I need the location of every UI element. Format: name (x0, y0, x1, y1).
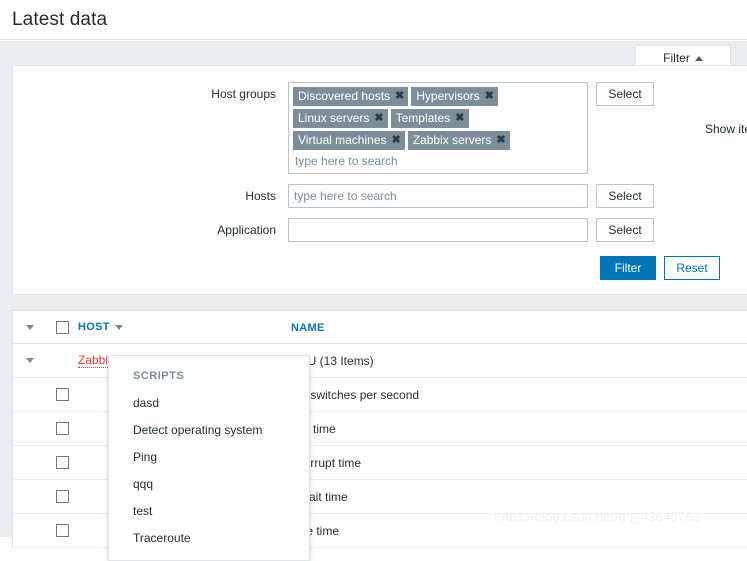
page-header: Latest data (0, 0, 747, 40)
row-checkbox[interactable] (55, 388, 69, 401)
chevron-down-icon (25, 358, 34, 363)
row-checkbox-cell (46, 490, 78, 503)
filter-form: Host groups Discovered hosts ✖ Hyperviso… (13, 66, 747, 242)
chip-label: Templates (395, 111, 451, 125)
row-checkbox-cell (46, 456, 78, 469)
item-name: ext switches per second (291, 387, 420, 402)
chip-remove-icon[interactable]: ✖ (455, 112, 464, 124)
chip-label: Discovered hosts (298, 89, 391, 103)
chip-remove-icon[interactable]: ✖ (374, 112, 383, 124)
application-label: Application (217, 223, 276, 237)
column-header-name: NAME (291, 320, 747, 334)
chip-label: Virtual machines (298, 133, 387, 147)
application-select-button[interactable]: Select (596, 218, 654, 242)
chip-label: Hypervisors (416, 89, 480, 103)
row-checkbox[interactable] (55, 524, 69, 537)
group-name-cell: CPU (13 Items) (291, 354, 747, 368)
sort-descending-icon (114, 324, 123, 330)
collapse-group-toggle[interactable] (13, 358, 46, 363)
show-items-label: Show item (705, 122, 747, 136)
reset-filter-button[interactable]: Reset (664, 256, 720, 280)
menu-item-detect-operating-system[interactable]: Detect operating system (109, 417, 309, 444)
chip-remove-icon[interactable]: ✖ (392, 134, 401, 146)
host-header-label: HOST (78, 321, 110, 333)
row-checkbox[interactable] (55, 422, 69, 435)
host-groups-select-button[interactable]: Select (596, 82, 654, 106)
chip-host-group[interactable]: Virtual machines ✖ (293, 131, 405, 150)
row-name-cell: ext switches per second (291, 388, 747, 402)
host-context-menu: SCRIPTS dasd Detect operating system Pin… (108, 355, 310, 561)
chip-host-group[interactable]: Zabbix servers ✖ (407, 131, 510, 150)
row-checkbox-cell (46, 422, 78, 435)
column-header-host: HOST (78, 321, 291, 333)
filter-row-application: Application Select (13, 218, 747, 242)
table-header-row: HOST NAME (13, 311, 747, 344)
apply-filter-button[interactable]: Filter (600, 256, 656, 280)
collapse-all-toggle[interactable] (13, 324, 46, 330)
menu-item-qqq[interactable]: qqq (109, 471, 309, 498)
chip-remove-icon[interactable]: ✖ (395, 90, 404, 102)
filter-panel: Host groups Discovered hosts ✖ Hyperviso… (12, 65, 747, 295)
host-groups-multiselect[interactable]: Discovered hosts ✖ Hypervisors ✖ Linux s… (288, 82, 588, 174)
menu-item-ping[interactable]: Ping (109, 444, 309, 471)
chip-remove-icon[interactable]: ✖ (496, 134, 505, 146)
menu-item-traceroute[interactable]: Traceroute (109, 525, 309, 552)
filter-actions: Filter Reset (600, 256, 720, 280)
page-title: Latest data (12, 8, 108, 30)
hosts-label: Hosts (245, 189, 276, 203)
host-groups-label: Host groups (211, 87, 276, 101)
chevron-down-icon (25, 324, 34, 330)
hosts-input[interactable] (288, 184, 588, 208)
chip-host-group[interactable]: Templates ✖ (390, 109, 469, 128)
menu-item-dasd[interactable]: dasd (109, 390, 309, 417)
chevron-up-icon (694, 56, 703, 61)
sort-by-host[interactable]: HOST (78, 321, 123, 333)
row-name-cell: iowait time (291, 490, 747, 504)
select-all-checkbox[interactable] (55, 320, 69, 334)
name-header-label: NAME (291, 322, 325, 334)
hosts-select-button[interactable]: Select (596, 184, 654, 208)
chip-host-group[interactable]: Hypervisors ✖ (411, 87, 498, 106)
select-all-cell (46, 320, 78, 334)
row-checkbox-cell (46, 524, 78, 537)
row-name-cell: nice time (291, 524, 747, 538)
chip-label: Linux servers (298, 111, 370, 125)
chip-host-group[interactable]: Linux servers ✖ (293, 109, 388, 128)
row-checkbox[interactable] (55, 490, 69, 503)
row-checkbox[interactable] (55, 456, 69, 469)
menu-section-scripts: SCRIPTS (133, 370, 185, 382)
chip-host-group[interactable]: Discovered hosts ✖ (293, 87, 409, 106)
application-input[interactable] (288, 218, 588, 242)
tab-filter-label: Filter (663, 51, 690, 65)
row-name-cell: idle time (291, 422, 747, 436)
chip-label: Zabbix servers (412, 133, 492, 147)
menu-item-test[interactable]: test (109, 498, 309, 525)
host-groups-search-placeholder[interactable]: type here to search (293, 153, 583, 170)
filter-row-host-groups: Host groups Discovered hosts ✖ Hyperviso… (13, 82, 747, 174)
chip-remove-icon[interactable]: ✖ (485, 90, 494, 102)
row-checkbox-cell (46, 388, 78, 401)
row-name-cell: interrupt time (291, 456, 747, 470)
filter-row-hosts: Hosts Select (13, 184, 747, 208)
